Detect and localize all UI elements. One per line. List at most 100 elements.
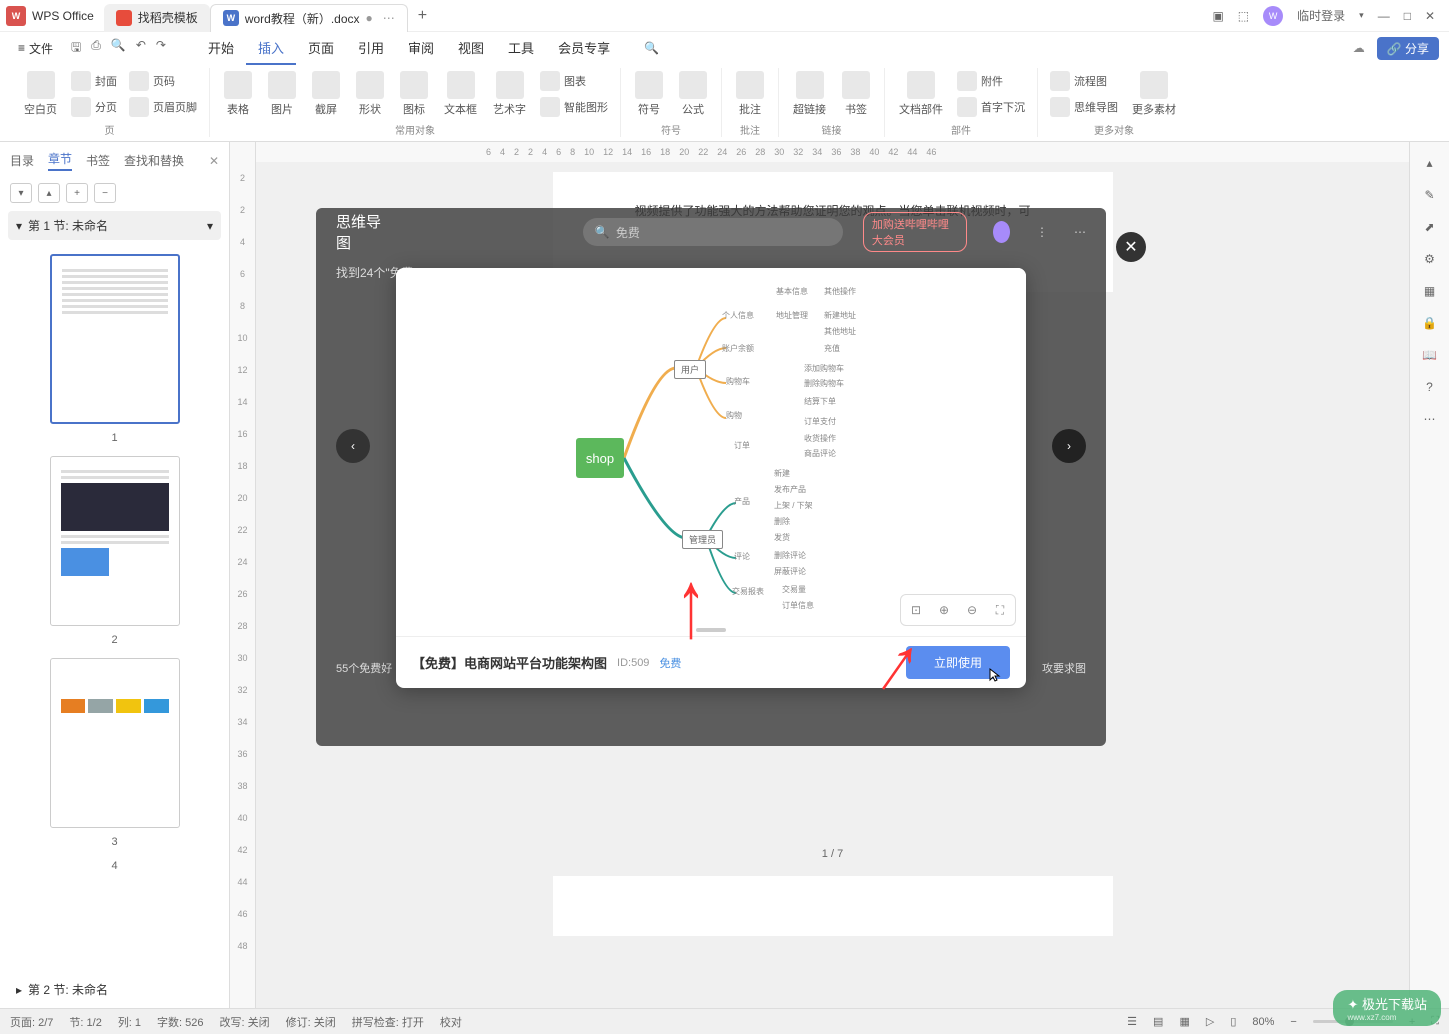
preview-canvas[interactable]: shop 用户 管理员 个人信息 账户余额 购物车 购物 订单 产品 评论 交易… (396, 268, 1026, 636)
fit-icon[interactable]: ⛶ (989, 599, 1011, 621)
undo-icon[interactable]: ↶ (136, 38, 146, 59)
print-icon[interactable]: ⎙ (91, 38, 101, 59)
more-icon[interactable]: ⋯ (1424, 412, 1436, 426)
section-1[interactable]: ▾ 第 1 节: 未命名 ▾ (8, 211, 221, 240)
nav-up-button[interactable]: ▴ (38, 183, 60, 203)
prev-button[interactable]: ‹ (336, 429, 370, 463)
mindmap-button[interactable]: 思维导图 (1046, 95, 1122, 119)
view-outline-icon[interactable]: ▯ (1230, 1015, 1236, 1028)
status-page[interactable]: 页面: 2/7 (10, 1014, 53, 1030)
attachment-button[interactable]: 附件 (953, 69, 1029, 93)
document-page-2[interactable] (553, 876, 1113, 936)
bookmark-button[interactable]: 书签 (836, 69, 876, 119)
menu-tab-reference[interactable]: 引用 (346, 32, 396, 65)
textbox-button[interactable]: 文本框 (438, 69, 483, 119)
nav-down-button[interactable]: ▾ (10, 183, 32, 203)
cloud-icon[interactable]: ☁ (1353, 41, 1365, 55)
user-avatar[interactable]: W (1263, 6, 1283, 26)
close-button[interactable]: ✕ (1425, 9, 1435, 23)
save-icon[interactable]: 🖫 (71, 38, 81, 59)
menu-tab-insert[interactable]: 插入 (246, 32, 296, 65)
view-page-icon[interactable]: ▤ (1153, 1015, 1163, 1028)
maximize-button[interactable]: □ (1404, 9, 1411, 23)
nav-tab-sections[interactable]: 章节 (48, 150, 72, 171)
section-1-toggle[interactable]: ▾ (207, 219, 213, 233)
overlay-more-icon[interactable]: ⋯ (1074, 225, 1086, 239)
overlay-close-button[interactable]: ✕ (1116, 232, 1146, 262)
equation-button[interactable]: 公式 (673, 69, 713, 119)
thumbnail-3[interactable] (50, 658, 180, 828)
cover-button[interactable]: 封面 (67, 69, 121, 93)
redo-icon[interactable]: ↷ (156, 38, 166, 59)
search-icon[interactable]: 🔍 (644, 41, 659, 55)
menu-tab-start[interactable]: 开始 (196, 32, 246, 65)
panel-icon[interactable]: ▣ (1212, 9, 1223, 23)
status-proof[interactable]: 校对 (440, 1014, 462, 1030)
status-words[interactable]: 字数: 526 (157, 1014, 203, 1030)
thumbnail-2[interactable] (50, 456, 180, 626)
next-button[interactable]: › (1052, 429, 1086, 463)
section-2[interactable]: ▸ 第 2 节: 未命名 (8, 975, 221, 1004)
header-footer-button[interactable]: 页眉页脚 (125, 95, 201, 119)
vip-badge[interactable]: 加购送哔哩哔哩大会员 (863, 212, 967, 252)
pencil-icon[interactable]: ✎ (1424, 188, 1434, 202)
comment-button[interactable]: 批注 (730, 69, 770, 119)
tab-close-icon[interactable]: ⋯ (383, 11, 395, 25)
login-label[interactable]: 临时登录 (1297, 7, 1345, 24)
smartart-button[interactable]: 智能图形 (536, 95, 612, 119)
nav-close-icon[interactable]: ✕ (209, 154, 219, 168)
overlay-search[interactable]: 🔍 免费 (583, 218, 843, 246)
icon-button[interactable]: 图标 (394, 69, 434, 119)
blank-page-button[interactable]: 空白页 (18, 69, 63, 119)
chevron-down-icon[interactable]: ▾ (1359, 10, 1364, 21)
flowchart-button[interactable]: 流程图 (1046, 69, 1122, 93)
menu-tab-vip[interactable]: 会员专享 (546, 32, 622, 65)
status-section[interactable]: 节: 1/2 (69, 1014, 101, 1030)
tab-add-button[interactable]: + (408, 7, 437, 25)
tab-document[interactable]: W word教程（新）.docx ● ⋯ (210, 4, 408, 32)
status-revise[interactable]: 修订: 关闭 (286, 1014, 336, 1030)
chart-button[interactable]: 图表 (536, 69, 612, 93)
view-text-icon[interactable]: ☰ (1127, 1015, 1137, 1028)
file-menu[interactable]: ≡ 文件 (10, 40, 61, 57)
wordart-button[interactable]: 艺术字 (487, 69, 532, 119)
thumbnail-1[interactable] (50, 254, 180, 424)
cursor-icon[interactable]: ⬈ (1424, 220, 1434, 234)
cube-icon[interactable]: ⬚ (1238, 9, 1249, 23)
menu-tab-tools[interactable]: 工具 (496, 32, 546, 65)
zoom-level[interactable]: 80% (1252, 1016, 1274, 1028)
hyperlink-button[interactable]: 超链接 (787, 69, 832, 119)
share-button[interactable]: 🔗 分享 (1377, 37, 1439, 60)
menu-tab-page[interactable]: 页面 (296, 32, 346, 65)
dropcap-button[interactable]: 首字下沉 (953, 95, 1029, 119)
menu-tab-view[interactable]: 视图 (446, 32, 496, 65)
lock-icon[interactable]: 🔒 (1422, 316, 1437, 330)
more-assets-button[interactable]: 更多素材 (1126, 69, 1182, 119)
docparts-button[interactable]: 文档部件 (893, 69, 949, 119)
image-button[interactable]: 图片 (262, 69, 302, 119)
overlay-avatar[interactable] (993, 221, 1010, 243)
menu-tab-review[interactable]: 审阅 (396, 32, 446, 65)
status-spell[interactable]: 拼写检查: 打开 (352, 1014, 424, 1030)
zoom-in-icon[interactable]: ⊕ (933, 599, 955, 621)
shape-button[interactable]: 形状 (350, 69, 390, 119)
help-icon[interactable]: ? (1426, 380, 1433, 394)
table-button[interactable]: 表格 (218, 69, 258, 119)
view-web-icon[interactable]: ▷ (1206, 1015, 1214, 1028)
nav-remove-button[interactable]: − (94, 183, 116, 203)
preview-icon[interactable]: 🔍 (111, 38, 126, 59)
settings-icon[interactable]: ⚙ (1424, 252, 1435, 266)
overlay-menu-icon[interactable]: ⋮ (1036, 225, 1048, 239)
status-track[interactable]: 改写: 关闭 (220, 1014, 270, 1030)
minimize-button[interactable]: — (1378, 9, 1390, 23)
nav-add-button[interactable]: + (66, 183, 88, 203)
book-icon[interactable]: 📖 (1422, 348, 1437, 362)
view-read-icon[interactable]: ▦ (1179, 1015, 1189, 1028)
zoom-out-button[interactable]: − (1290, 1016, 1296, 1028)
page-icon[interactable]: ▦ (1424, 284, 1435, 298)
nav-tab-find[interactable]: 查找和替换 (124, 152, 184, 169)
page-break-button[interactable]: 分页 (67, 95, 121, 119)
zoom-out-icon[interactable]: ⊖ (961, 599, 983, 621)
screenshot-button[interactable]: 截屏 (306, 69, 346, 119)
nav-tab-toc[interactable]: 目录 (10, 152, 34, 169)
